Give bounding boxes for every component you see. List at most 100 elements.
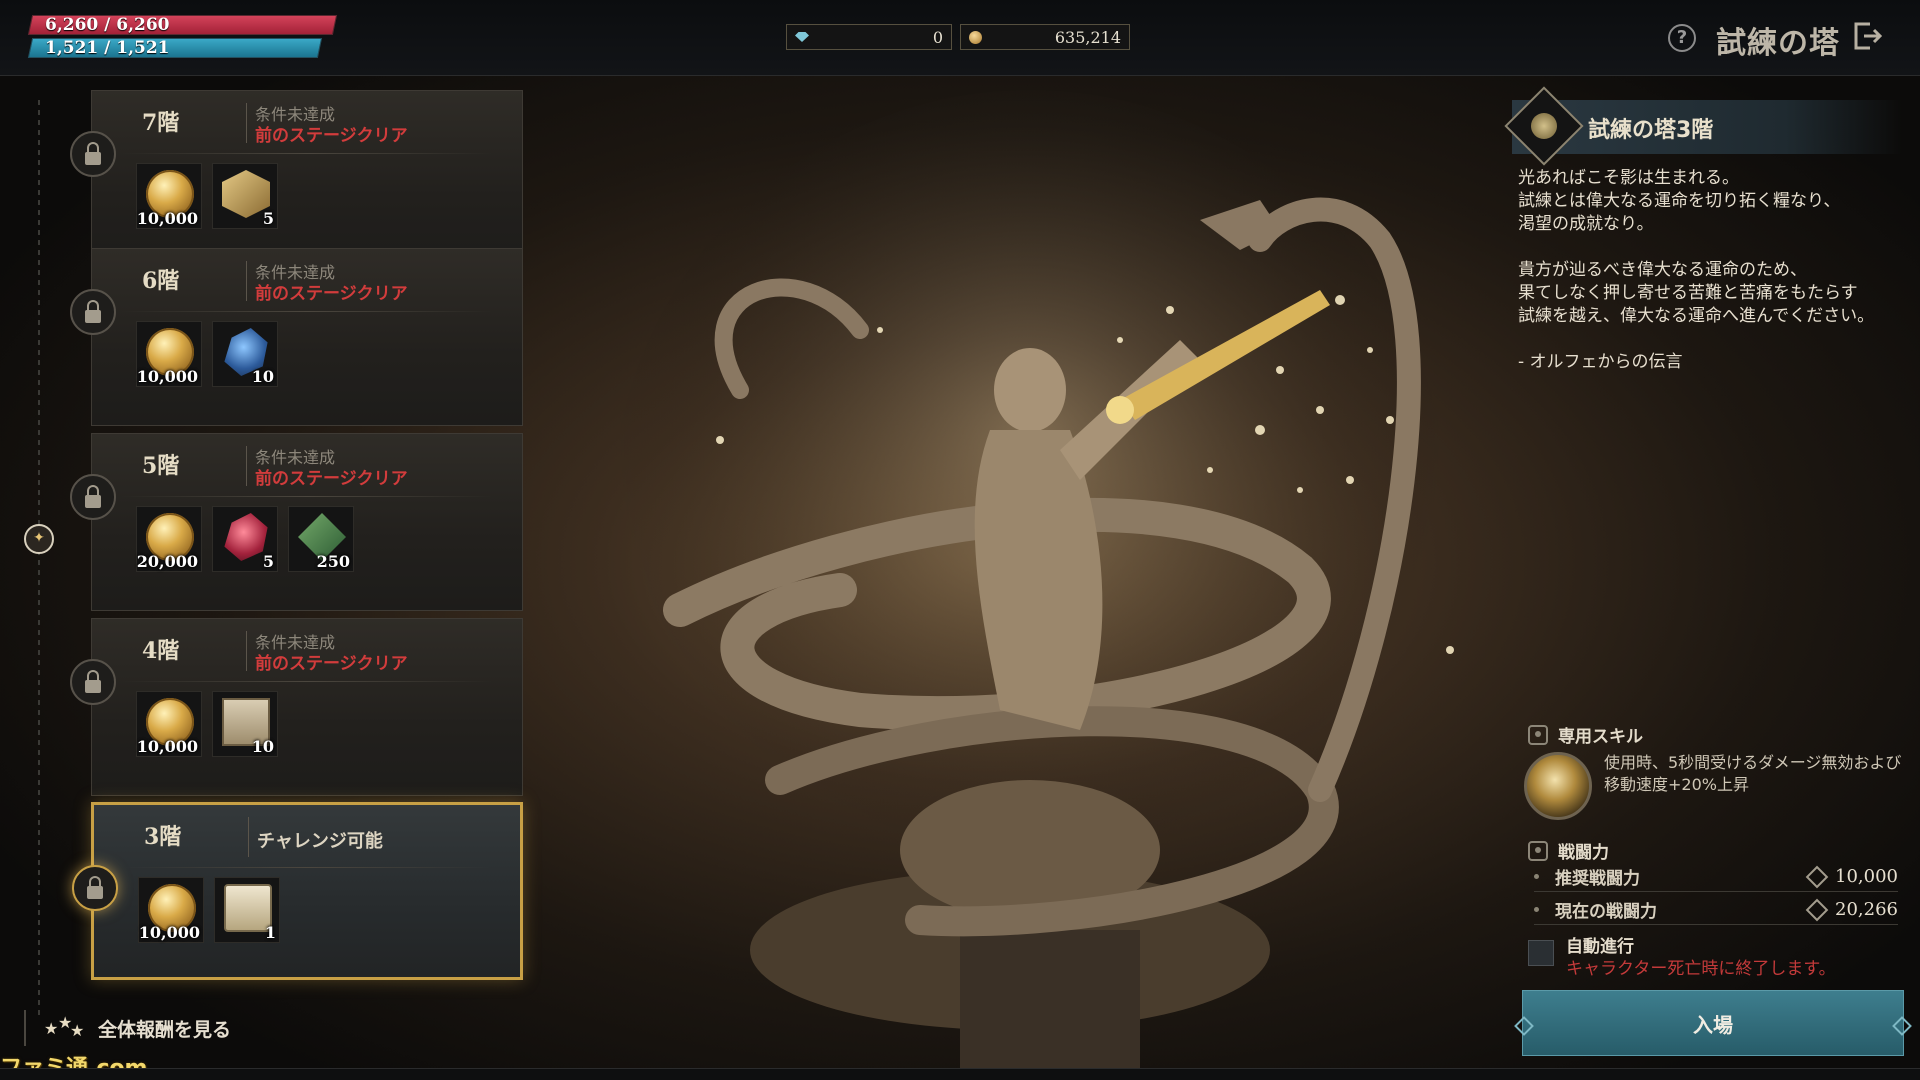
reward-quantity: 10,000 bbox=[136, 367, 198, 386]
floor-card[interactable]: 5階 条件未達成 前のステージクリア 20,000 5 250 bbox=[70, 433, 523, 611]
floor-card[interactable]: 3階 チャレンジ可能 10,000 1 bbox=[72, 802, 523, 980]
lore-text: 光あればこそ影は生まれる。試練とは偉大なる運命を切り拓く糧なり、 渇望の成就なり。… bbox=[1518, 167, 1908, 374]
pocket-watch-icon[interactable] bbox=[1524, 752, 1592, 820]
current-power-label: 現在の戦闘力 bbox=[1555, 902, 1657, 922]
reward-item[interactable]: 10 bbox=[212, 321, 278, 387]
gold-currency[interactable]: 635,214 bbox=[960, 24, 1130, 50]
skill-header-label: 専用スキル bbox=[1558, 727, 1643, 747]
combat-power-icon bbox=[1805, 898, 1829, 921]
combat-power-icon bbox=[1805, 865, 1829, 888]
gold-amount: 635,214 bbox=[1054, 27, 1121, 47]
all-rewards-label: 全体報酬を見る bbox=[98, 1018, 232, 1041]
current-power-value: 20,266 bbox=[1805, 898, 1898, 921]
emblem-center bbox=[1531, 113, 1557, 139]
exit-icon[interactable] bbox=[1852, 20, 1882, 52]
divider bbox=[246, 103, 247, 143]
divider bbox=[246, 261, 247, 301]
gem-amount: 0 bbox=[932, 27, 943, 47]
reward-quantity: 10,000 bbox=[138, 923, 200, 942]
lore-line: 光あればこそ影は生まれる。 bbox=[1518, 168, 1739, 188]
gem-icon bbox=[795, 32, 809, 42]
current-power-number: 20,266 bbox=[1835, 899, 1898, 920]
reward-item[interactable]: 5 bbox=[212, 506, 278, 572]
skill-section-header: 専用スキル bbox=[1528, 722, 1643, 747]
reward-quantity: 5 bbox=[262, 552, 274, 571]
lore-line: 試練とは偉大なる運命を切り拓く糧なり、 bbox=[1518, 191, 1841, 211]
reward-item[interactable]: 10,000 bbox=[136, 321, 202, 387]
mp-text: 1,521 / 1,521 bbox=[45, 38, 170, 58]
divider bbox=[248, 817, 249, 857]
reward-list: 20,000 5 250 bbox=[136, 506, 354, 572]
hp-text: 6,260 / 6,260 bbox=[45, 15, 170, 35]
condition-requirement: 前のステージクリア bbox=[255, 126, 408, 146]
lock-icon bbox=[72, 865, 118, 911]
auto-progress-checkbox[interactable] bbox=[1528, 940, 1554, 966]
floor-name: 3階 bbox=[144, 824, 182, 850]
auto-progress-note: キャラクター死亡時に終了します。 bbox=[1566, 959, 1836, 979]
lore-line bbox=[1518, 236, 1908, 259]
current-power-row: 現在の戦闘力 20,266 bbox=[1534, 895, 1898, 925]
lore-line: - オルフェからの伝言 bbox=[1518, 352, 1683, 372]
bullet bbox=[1534, 874, 1539, 879]
floor-name: 4階 bbox=[142, 638, 180, 664]
current-position-icon: ✦ bbox=[24, 524, 54, 554]
reward-item[interactable]: 250 bbox=[288, 506, 354, 572]
progress-rail bbox=[38, 100, 40, 1020]
lock-icon bbox=[70, 474, 116, 520]
lock-icon bbox=[70, 289, 116, 335]
challenge-status: チャレンジ可能 bbox=[257, 831, 383, 852]
separator bbox=[122, 496, 492, 497]
floor-card[interactable]: 4階 条件未達成 前のステージクリア 10,000 10 bbox=[70, 618, 523, 796]
lore-line: 果てしなく押し寄せる苦難と苦痛をもたらす bbox=[1518, 283, 1858, 303]
recommended-power-number: 10,000 bbox=[1835, 866, 1898, 887]
condition-requirement: 前のステージクリア bbox=[255, 469, 408, 489]
page-title: 試練の塔 bbox=[1716, 26, 1840, 61]
enter-button[interactable]: 入場 bbox=[1522, 990, 1904, 1056]
separator bbox=[122, 311, 492, 312]
divider bbox=[24, 1010, 26, 1046]
skill-description: 使用時、5秒間受けるダメージ無効および 移動速度+20%上昇 bbox=[1604, 753, 1902, 794]
power-header-label: 戦闘力 bbox=[1558, 843, 1609, 863]
separator bbox=[124, 867, 490, 868]
reward-quantity: 1 bbox=[264, 923, 276, 942]
bottom-border bbox=[0, 1068, 1920, 1080]
separator bbox=[122, 153, 492, 154]
condition-requirement: 前のステージクリア bbox=[255, 654, 408, 674]
reward-quantity: 20,000 bbox=[136, 552, 198, 571]
reward-list: 10,000 5 bbox=[136, 163, 278, 229]
divider bbox=[246, 631, 247, 671]
help-icon[interactable]: ? bbox=[1668, 24, 1696, 52]
reward-quantity: 10 bbox=[251, 737, 274, 756]
bullet bbox=[1534, 907, 1539, 912]
lock-icon bbox=[70, 131, 116, 177]
floor-name: 6階 bbox=[142, 268, 180, 294]
all-rewards-button[interactable]: ★ ★ ★ 全体報酬を見る bbox=[24, 1008, 231, 1048]
mp-bar: 1,521 / 1,521 bbox=[27, 38, 323, 58]
reward-item[interactable]: 10 bbox=[212, 691, 278, 757]
statue-illustration bbox=[610, 90, 1454, 1080]
floor-card[interactable]: 7階 条件未達成 前のステージクリア 10,000 5 bbox=[70, 90, 523, 268]
reward-list: 10,000 1 bbox=[138, 877, 280, 943]
reward-list: 10,000 10 bbox=[136, 691, 278, 757]
recommended-power-row: 推奨戦闘力 10,000 bbox=[1534, 862, 1898, 892]
condition-requirement: 前のステージクリア bbox=[255, 284, 408, 304]
enter-button-label: 入場 bbox=[1693, 1012, 1733, 1037]
power-section-header: 戦闘力 bbox=[1528, 838, 1609, 863]
lore-line: 貴方が辿るべき偉大なる運命のため、 bbox=[1518, 260, 1807, 280]
reward-item[interactable]: 5 bbox=[212, 163, 278, 229]
reward-quantity: 250 bbox=[316, 552, 350, 571]
reward-item[interactable]: 10,000 bbox=[138, 877, 204, 943]
reward-quantity: 5 bbox=[262, 209, 274, 228]
reward-item[interactable]: 20,000 bbox=[136, 506, 202, 572]
floor-name: 7階 bbox=[142, 110, 180, 136]
lore-line bbox=[1518, 328, 1908, 351]
lock-icon bbox=[70, 659, 116, 705]
gem-currency[interactable]: 0 bbox=[786, 24, 952, 50]
reward-item[interactable]: 1 bbox=[214, 877, 280, 943]
reward-item[interactable]: 10,000 bbox=[136, 691, 202, 757]
top-bar: 6,260 / 6,260 1,521 / 1,521 0 635,214 ? … bbox=[0, 0, 1920, 76]
reward-item[interactable]: 10,000 bbox=[136, 163, 202, 229]
lore-line: 渇望の成就なり。 bbox=[1518, 214, 1654, 234]
separator bbox=[122, 681, 492, 682]
floor-card[interactable]: 6階 条件未達成 前のステージクリア 10,000 10 bbox=[70, 248, 523, 426]
